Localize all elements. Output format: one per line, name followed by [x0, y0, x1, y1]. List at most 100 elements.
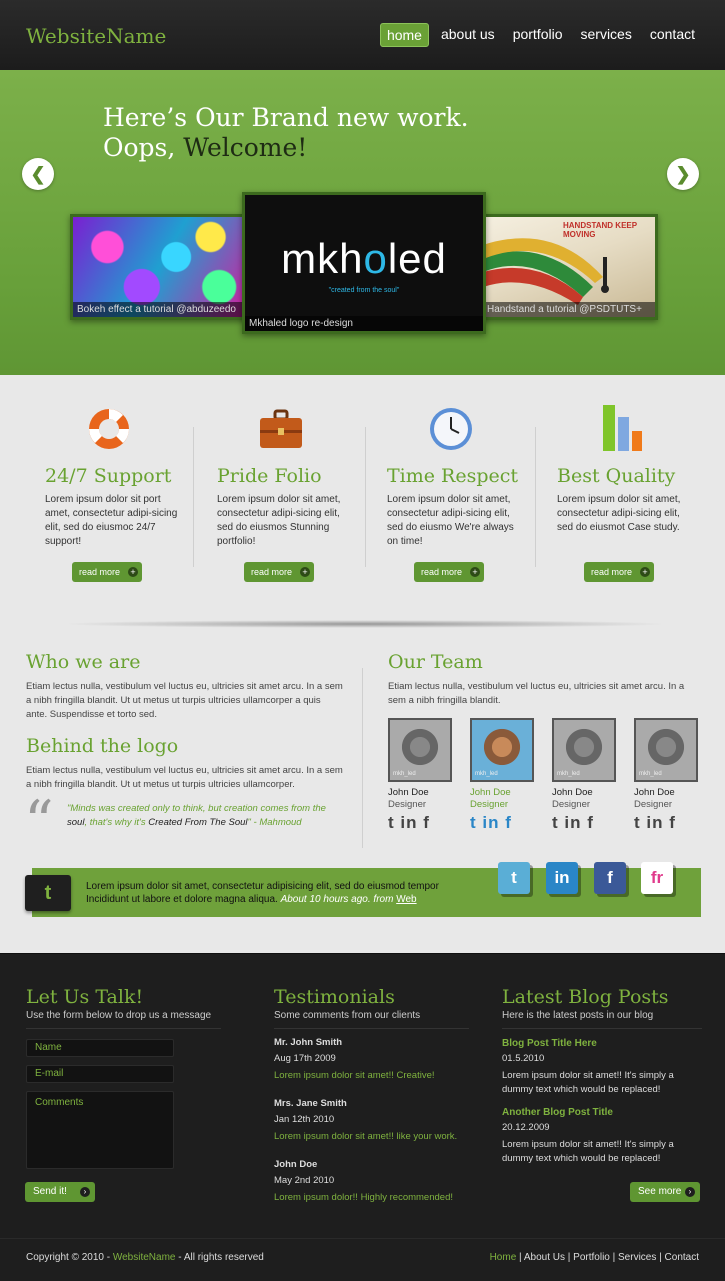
testimonial-text: Lorem ipsum dolor sit amet!! like your w…: [274, 1131, 458, 1142]
member-name: John Doe: [470, 787, 511, 798]
avatar[interactable]: mkh_led: [552, 718, 616, 782]
footer-nav-about[interactable]: About Us: [524, 1252, 565, 1263]
social-links[interactable]: t in f: [552, 813, 616, 833]
mkhaled-tagline: "created from the soul": [328, 287, 400, 294]
read-more-button[interactable]: read more +: [414, 562, 484, 582]
see-more-button[interactable]: See more ›: [630, 1182, 700, 1202]
blog-post-excerpt: Lorem ipsum dolor sit amet!! It's simply…: [502, 1139, 674, 1164]
footer-nav: Home | About Us | Portfolio | Services |…: [489, 1252, 699, 1263]
nav-contact[interactable]: contact: [644, 23, 701, 47]
team-member: mkh_led John Doe Designer t in f: [634, 718, 698, 833]
photo-tag: mkh_led: [475, 771, 498, 777]
read-more-label: read more: [79, 567, 121, 577]
hero-slider: Here’s Our Brand new work. Oops, Welcome…: [0, 70, 725, 375]
twitter-icon[interactable]: t: [498, 862, 530, 894]
blog-post-date: 20.12.2009: [502, 1122, 550, 1133]
divider: [502, 1028, 702, 1029]
member-role: Designer: [634, 799, 673, 810]
site-logo[interactable]: WebsiteName: [26, 24, 166, 48]
quote-part: "Minds was created only to think, but cr…: [67, 803, 326, 814]
friendfeed-icon[interactable]: fr: [641, 862, 673, 894]
social-links[interactable]: t in f: [470, 813, 534, 833]
photo-tag: mkh_led: [393, 771, 416, 777]
feature-text: Lorem ipsum dolor sit amet, consectetur …: [387, 494, 514, 547]
name-field[interactable]: Name: [26, 1039, 174, 1057]
bar-chart-icon: [603, 405, 642, 451]
member-name: John Doe: [388, 787, 429, 798]
arrow-right-icon: ›: [80, 1187, 90, 1197]
copyright: Copyright © 2010 - WebsiteName - All rig…: [26, 1252, 264, 1263]
send-button[interactable]: Send it! ›: [25, 1182, 95, 1202]
blog-post-link[interactable]: Another Blog Post Title: [502, 1107, 613, 1118]
our-team-text: Etiam lectus nulla, vestibulum vel luctu…: [388, 681, 685, 706]
plus-icon: +: [128, 567, 138, 577]
testimonial-date: May 2nd 2010: [274, 1175, 335, 1186]
hero-title-welcome: Welcome!: [183, 133, 308, 162]
slide-bokeh[interactable]: Bokeh effect a tutorial @abduzeedo: [70, 214, 248, 320]
hero-title-oops: Oops,: [103, 133, 184, 162]
mkhaled-logo: mkholed: [245, 235, 483, 283]
read-more-label: read more: [421, 567, 463, 577]
who-we-are-title: Who we are: [26, 651, 141, 673]
behind-logo-title: Behind the logo: [26, 735, 179, 757]
slide-caption: Mkhaled logo re-design: [245, 316, 483, 331]
lifebuoy-icon: [89, 409, 129, 449]
brand-part-a: mkh: [281, 235, 364, 282]
feature-text: Lorem ipsum dolor sit amet, consectetur …: [557, 494, 681, 533]
section-shadow-divider: [60, 620, 670, 628]
quote-text: "Minds was created only to think, but cr…: [67, 802, 342, 830]
header: WebsiteName home about us portfolio serv…: [0, 0, 725, 71]
contact-title: Let Us Talk!: [26, 986, 144, 1008]
testimonial-text: Lorem ipsum dolor!! Highly recommended!: [274, 1192, 453, 1203]
divider: [365, 427, 366, 567]
prev-arrow-icon[interactable]: ❮: [22, 158, 54, 190]
our-team-title: Our Team: [388, 651, 483, 673]
social-links[interactable]: t in f: [388, 813, 452, 833]
contact-subtitle: Use the form below to drop us a message: [26, 1010, 212, 1021]
blog-post-excerpt: Lorem ipsum dolor sit amet!! It's simply…: [502, 1070, 674, 1095]
nav-home[interactable]: home: [379, 23, 429, 47]
blog-title: Latest Blog Posts: [502, 986, 669, 1008]
slide-handstand[interactable]: HANDSTAND KEEP MOVING Handstand a tutori…: [480, 214, 658, 320]
member-role: Designer: [470, 799, 509, 810]
latest-tweet: Lorem ipsum dolor sit amet, consectetur …: [86, 880, 476, 906]
blog-post-link[interactable]: Blog Post Title Here: [502, 1038, 597, 1049]
member-name: John Doe: [634, 787, 675, 798]
feature-text: Lorem ipsum dolor sit amet, consectetur …: [217, 494, 341, 547]
footer-nav-contact[interactable]: Contact: [665, 1252, 699, 1263]
tweet-meta: About 10 hours ago. from: [280, 894, 397, 905]
read-more-button[interactable]: read more +: [584, 562, 654, 582]
read-more-label: read more: [591, 567, 633, 577]
read-more-button[interactable]: read more +: [244, 562, 314, 582]
hero-title: Here’s Our Brand new work. Oops, Welcome…: [103, 103, 469, 163]
blog-subtitle: Here is the latest posts in our blog: [502, 1010, 654, 1021]
read-more-button[interactable]: read more +: [72, 562, 142, 582]
facebook-icon[interactable]: f: [594, 862, 626, 894]
nav-portfolio[interactable]: portfolio: [507, 23, 569, 47]
hero-title-line1: Here’s Our Brand new work.: [103, 103, 469, 132]
tweet-source-link[interactable]: Web: [396, 894, 416, 905]
blog-post-date: 01.5.2010: [502, 1053, 545, 1064]
avatar[interactable]: mkh_led: [388, 718, 452, 782]
slide-caption: Handstand a tutorial @PSDTUTS+: [483, 302, 655, 317]
behind-logo-text: Etiam lectus nulla, vestibulum vel luctu…: [26, 765, 343, 790]
nav-about-us[interactable]: about us: [435, 23, 501, 47]
email-field[interactable]: E-mail: [26, 1065, 174, 1083]
footer-nav-home[interactable]: Home: [490, 1252, 517, 1263]
slide-mkhaled[interactable]: mkholed "created from the soul" Mkhaled …: [242, 192, 486, 334]
avatar[interactable]: mkh_led: [470, 718, 534, 782]
divider: [274, 1028, 469, 1029]
feature-title: Best Quality: [557, 465, 676, 487]
avatar[interactable]: mkh_led: [634, 718, 698, 782]
comments-field[interactable]: Comments: [26, 1091, 174, 1169]
footer-nav-portfolio[interactable]: Portfolio: [573, 1252, 610, 1263]
next-arrow-icon[interactable]: ❯: [667, 158, 699, 190]
nav-services[interactable]: services: [575, 23, 638, 47]
social-links[interactable]: t in f: [634, 813, 698, 833]
brand-part-b: led: [387, 235, 447, 282]
testimonial-date: Jan 12th 2010: [274, 1114, 335, 1125]
testimonial-date: Aug 17th 2009: [274, 1053, 336, 1064]
linkedin-icon[interactable]: in: [546, 862, 578, 894]
divider: [362, 668, 363, 848]
footer-nav-services[interactable]: Services: [618, 1252, 656, 1263]
